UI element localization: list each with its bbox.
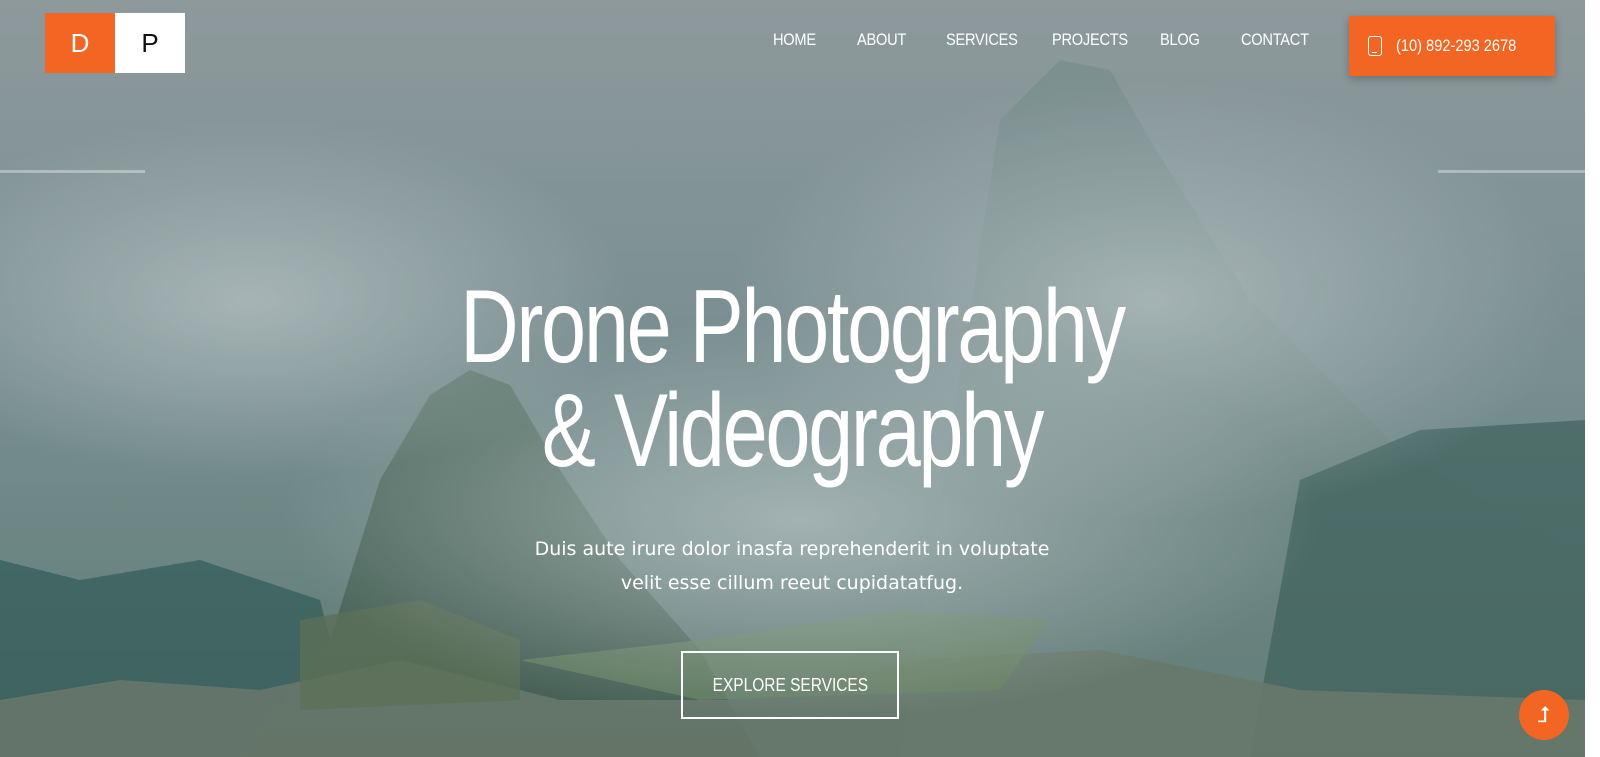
explore-services-label: EXPLORE SERVICES: [712, 674, 868, 695]
phone-number: (10) 892-293 2678: [1396, 36, 1517, 55]
right-decorative-line: [1438, 170, 1585, 173]
nav-item-projects[interactable]: PROJECTS: [1052, 30, 1128, 50]
page-scrollbar[interactable]: [1585, 0, 1600, 757]
main-navigation: HOME ABOUT SERVICES PROJECTS BLOG CONTAC…: [0, 30, 1585, 58]
nav-item-contact[interactable]: CONTACT: [1241, 30, 1309, 50]
hero-subtext: Duis aute irure dolor inasfa reprehender…: [442, 532, 1142, 600]
headline-line-2: & Videography: [541, 373, 1045, 489]
nav-item-home[interactable]: HOME: [773, 30, 816, 50]
nav-item-blog[interactable]: BLOG: [1160, 30, 1200, 50]
phone-icon: [1368, 36, 1383, 56]
hero-headline: Drone Photography & Videography: [292, 275, 1292, 483]
nav-item-services[interactable]: SERVICES: [946, 30, 1018, 50]
phone-call-button[interactable]: (10) 892-293 2678: [1349, 16, 1555, 76]
scroll-to-top-button[interactable]: ⮥: [1519, 690, 1569, 740]
hero-section: D P HOME ABOUT SERVICES PROJECTS BLOG CO…: [0, 0, 1585, 757]
arrow-up-icon: ⮥: [1537, 702, 1551, 728]
left-decorative-line: [0, 170, 145, 173]
subtext-line-2: velit esse cillum reeut cupidatatfug.: [620, 572, 964, 594]
nav-item-about[interactable]: ABOUT: [857, 30, 906, 50]
headline-line-1: Drone Photography: [460, 269, 1126, 385]
subtext-line-1: Duis aute irure dolor inasfa reprehender…: [534, 538, 1050, 560]
explore-services-button[interactable]: EXPLORE SERVICES: [681, 651, 899, 719]
